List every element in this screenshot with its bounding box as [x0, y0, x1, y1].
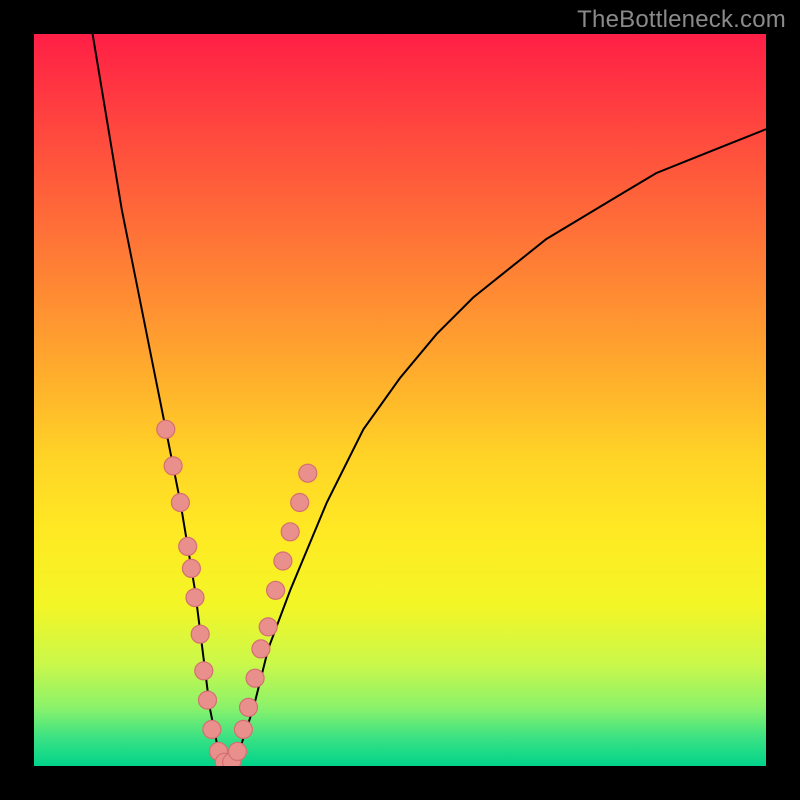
plot-area [34, 34, 766, 766]
highlight-dot [267, 581, 285, 599]
highlight-dots [157, 420, 317, 766]
highlight-dot [157, 420, 175, 438]
highlight-dot [191, 625, 209, 643]
highlight-dot [164, 457, 182, 475]
highlight-dot [246, 669, 264, 687]
highlight-dot [274, 552, 292, 570]
highlight-dot [259, 618, 277, 636]
highlight-dot [199, 691, 217, 709]
highlight-dot [291, 494, 309, 512]
highlight-dot [281, 523, 299, 541]
highlight-dot [203, 720, 221, 738]
bottleneck-curve [93, 34, 766, 766]
highlight-dot [182, 559, 200, 577]
highlight-dot [195, 662, 213, 680]
chart-container: TheBottleneck.com [0, 0, 800, 800]
highlight-dot [179, 537, 197, 555]
highlight-dot [186, 589, 204, 607]
highlight-dot [229, 742, 247, 760]
highlight-dot [240, 698, 258, 716]
attribution-label: TheBottleneck.com [577, 6, 786, 34]
highlight-dot [234, 720, 252, 738]
curve-svg [34, 34, 766, 766]
highlight-dot [171, 494, 189, 512]
highlight-dot [299, 464, 317, 482]
highlight-dot [252, 640, 270, 658]
